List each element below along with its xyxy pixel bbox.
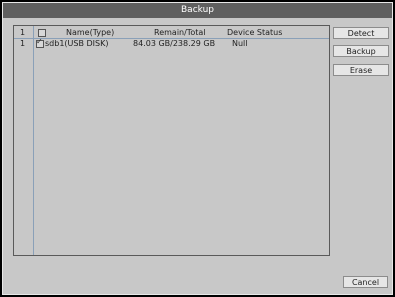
erase-button[interactable]: Erase [333,64,389,76]
row-index: 1 [20,39,26,48]
device-table: 1 Name(Type) Remain/Total Device Status … [13,25,330,256]
header-remain-total: Remain/Total [154,28,206,37]
select-all-checkbox[interactable] [38,29,46,37]
detect-button[interactable]: Detect [333,27,389,39]
cancel-button[interactable]: Cancel [343,276,388,288]
row-name: sdb1(USB DISK) [45,39,109,48]
header-device-status: Device Status [227,28,283,37]
backup-button[interactable]: Backup [333,45,389,57]
row-remain-total: 84.03 GB/238.29 GB [133,39,216,48]
backup-dialog: Backup 1 Name(Type) Remain/Total Device … [2,2,393,295]
row-checkbox[interactable] [36,37,44,48]
row-device-status: Null [232,39,248,48]
header-index: 1 [20,28,26,37]
header-name: Name(Type) [66,28,115,37]
dialog-title: Backup [3,3,392,18]
column-divider [33,26,34,255]
